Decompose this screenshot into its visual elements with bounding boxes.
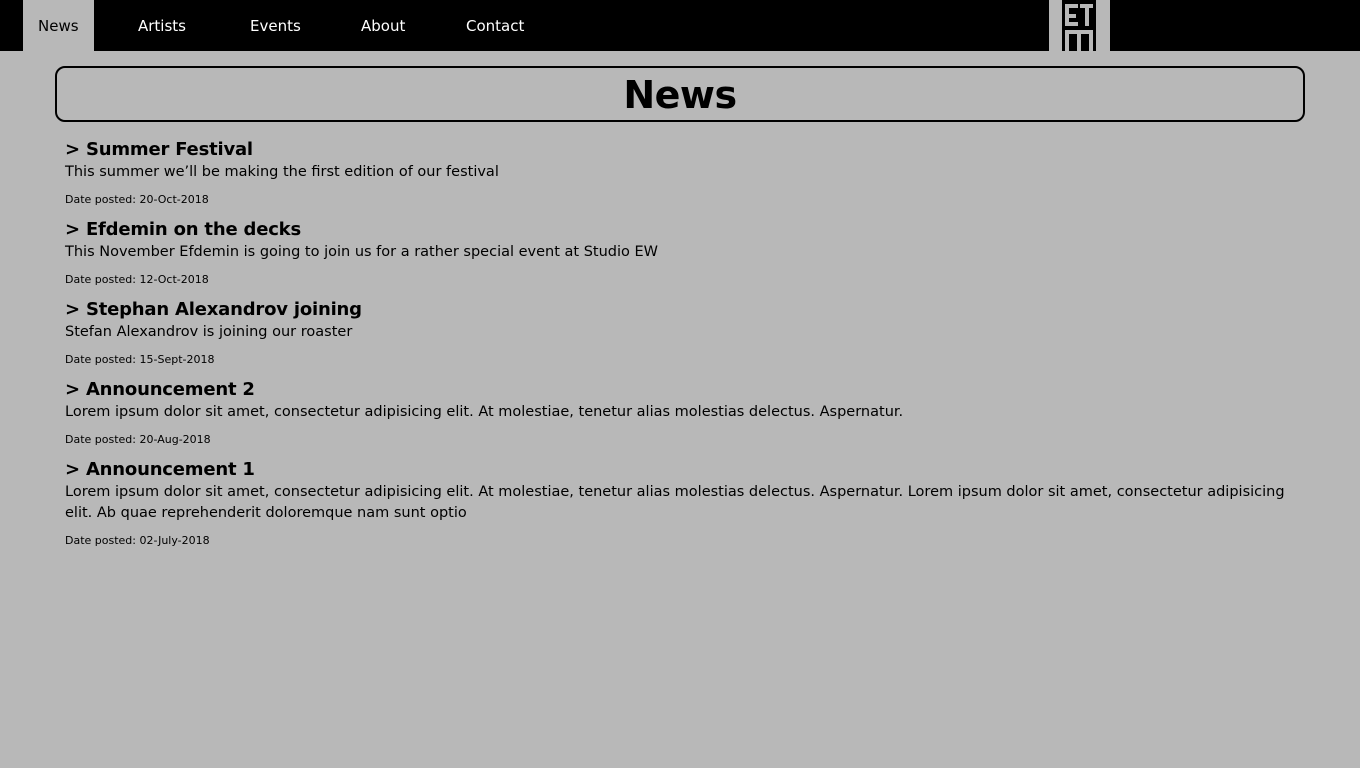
news-item-date: Date posted: 12-Oct-2018 [65, 273, 209, 286]
nav-item-about[interactable]: About [361, 0, 405, 51]
top-navigation: News Artists Events About Contact [0, 0, 1360, 51]
studio-ew-logo-icon [1062, 0, 1096, 51]
nav-item-news[interactable]: News [23, 0, 94, 51]
news-item-body: This summer we’ll be making the first ed… [65, 164, 499, 180]
news-item-title[interactable]: > Stephan Alexandrov joining [65, 298, 1305, 322]
news-item-title[interactable]: > Announcement 2 [65, 378, 1305, 402]
news-item: > Efdemin on the decks This November Efd… [65, 218, 1305, 287]
news-item-body: Stefan Alexandrov is joining our roaster [65, 324, 353, 340]
news-list: > Summer Festival This summer we’ll be m… [65, 138, 1305, 559]
page-title: News [623, 73, 737, 117]
nav-item-artists[interactable]: Artists [138, 0, 186, 51]
news-item-date: Date posted: 20-Oct-2018 [65, 193, 209, 206]
news-item: > Announcement 1 Lorem ipsum dolor sit a… [65, 458, 1305, 548]
nav-item-contact[interactable]: Contact [466, 0, 524, 51]
news-item-title[interactable]: > Efdemin on the decks [65, 218, 1305, 242]
news-item-body: This November Efdemin is going to join u… [65, 244, 659, 260]
news-item-title[interactable]: > Announcement 1 [65, 458, 1305, 482]
news-item-title[interactable]: > Summer Festival [65, 138, 1305, 162]
nav-item-events[interactable]: Events [250, 0, 301, 51]
news-item-date: Date posted: 02-July-2018 [65, 534, 210, 547]
news-item: > Announcement 2 Lorem ipsum dolor sit a… [65, 378, 1305, 447]
news-item: > Stephan Alexandrov joining Stefan Alex… [65, 298, 1305, 367]
news-item: > Summer Festival This summer we’ll be m… [65, 138, 1305, 207]
news-item-date: Date posted: 20-Aug-2018 [65, 433, 211, 446]
site-logo[interactable] [1049, 0, 1110, 51]
news-item-body: Lorem ipsum dolor sit amet, consectetur … [65, 404, 904, 420]
news-item-body: Lorem ipsum dolor sit amet, consectetur … [65, 484, 1285, 521]
news-item-date: Date posted: 15-Sept-2018 [65, 353, 215, 366]
page-title-box: News [55, 66, 1305, 122]
